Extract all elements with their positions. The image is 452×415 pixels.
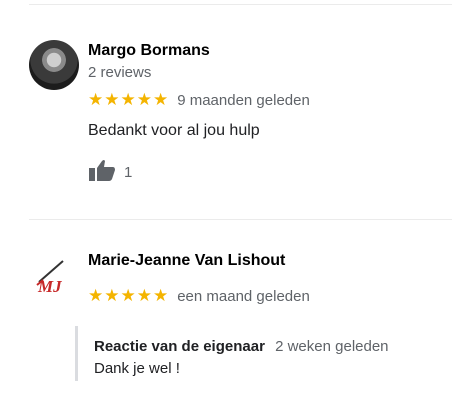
thumbs-up-icon	[88, 158, 116, 187]
owner-reply-text: Dank je wel !	[94, 360, 180, 377]
mj-logo-icon: MJ	[36, 260, 64, 296]
reviewer-name[interactable]: Marie-Jeanne Van Lishout	[88, 252, 285, 270]
star-rating: ★★★★★	[88, 90, 170, 109]
review-text: Bedankt voor al jou hulp	[88, 122, 260, 139]
reviewer-review-count[interactable]: 2 reviews	[88, 64, 151, 81]
avatar[interactable]	[29, 40, 79, 90]
like-count: 1	[124, 164, 133, 181]
review-divider	[29, 219, 452, 220]
avatar[interactable]: MJ	[29, 258, 79, 308]
rating-row: ★★★★★ 9 maanden geleden	[88, 90, 310, 110]
rating-row: ★★★★★ een maand geleden	[88, 286, 310, 306]
svg-text:MJ: MJ	[37, 277, 62, 294]
review-time: een maand geleden	[177, 287, 310, 305]
owner-reply-time: 2 weken geleden	[275, 338, 389, 355]
owner-reply: Reactie van de eigenaar 2 weken geleden …	[75, 326, 418, 381]
owner-reply-title: Reactie van de eigenaar	[94, 338, 265, 355]
owner-reply-header: Reactie van de eigenaar 2 weken geleden	[94, 338, 389, 355]
star-rating: ★★★★★	[88, 286, 170, 305]
reviewer-name[interactable]: Margo Bormans	[88, 42, 210, 60]
review-time: 9 maanden geleden	[177, 91, 310, 109]
like-button[interactable]: 1	[88, 158, 132, 187]
top-divider	[29, 4, 452, 5]
